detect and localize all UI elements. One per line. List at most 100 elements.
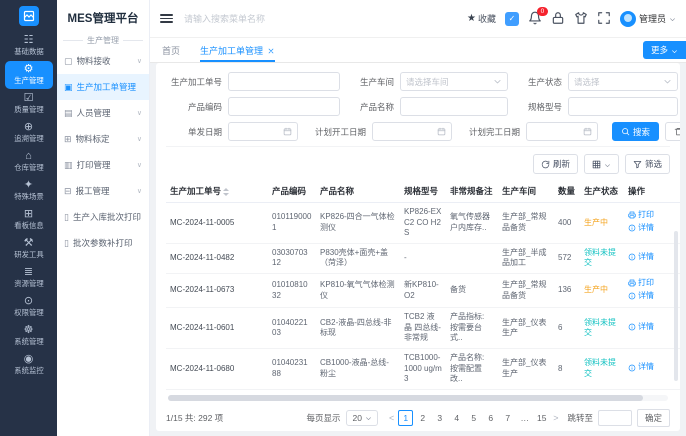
menu-search-input[interactable] <box>182 13 304 25</box>
clear-button[interactable]: 清空 <box>665 122 680 141</box>
cell-order: MC-2024-11-0673 <box>166 273 268 308</box>
tab-label: 生产加工单管理 <box>200 44 263 57</box>
detail-action-link[interactable]: 详情 <box>628 291 654 302</box>
page-number-5[interactable]: 5 <box>466 410 481 426</box>
chevron-down-icon <box>493 77 502 86</box>
sidebar-item-personnel[interactable]: ▤人员管理∨ <box>57 100 149 126</box>
cell-name: KP810-氧气气体检测仪 <box>316 273 400 308</box>
sidebar-item-material-calibration[interactable]: ⊞物料标定∨ <box>57 126 149 152</box>
jump-confirm-button[interactable]: 确定 <box>637 409 670 427</box>
rail-item-special[interactable]: ✦特殊场景 <box>5 177 53 205</box>
sidebar-item-material-receive[interactable]: ▢物料接收∨ <box>57 48 149 74</box>
next-page-button[interactable]: > <box>553 413 558 423</box>
column-header-order[interactable]: 生产加工单号 <box>166 180 268 203</box>
cell-status: 领料未提交 <box>580 349 624 390</box>
print-action-link[interactable]: 打印 <box>628 278 654 289</box>
detail-action-link[interactable]: 详情 <box>628 252 654 263</box>
tab-home[interactable]: 首页 <box>162 40 180 62</box>
trash-icon <box>674 127 680 136</box>
favorite-button[interactable]: ★ 收藏 <box>467 12 496 25</box>
fullscreen-icon[interactable] <box>597 12 611 26</box>
column-header-name: 产品名称 <box>316 180 400 203</box>
material-calibration-icon: ⊞ <box>64 134 72 145</box>
search-button[interactable]: 搜索 <box>612 122 659 141</box>
page-number-1[interactable]: 1 <box>398 410 413 426</box>
inbound-batch-print-icon: ▯ <box>64 212 69 223</box>
cell-workshop: 生产部_半成品加工 <box>498 243 554 273</box>
page-number-4[interactable]: 4 <box>449 410 464 426</box>
rail-item-trace[interactable]: ⊕追溯管理 <box>5 119 53 147</box>
notification-bell-icon[interactable]: 0 <box>528 12 542 26</box>
issue-date-date[interactable] <box>228 122 298 141</box>
theme-skin-icon[interactable] <box>574 12 588 26</box>
cell-spec: - <box>400 243 446 273</box>
printer-icon <box>628 279 636 287</box>
sidebar-item-inbound-batch-print[interactable]: ▯生产入库批次打印 <box>57 204 149 230</box>
column-settings-button[interactable] <box>584 154 619 174</box>
field-production-status: 生产状态请选择 <box>518 72 678 91</box>
page-content: 生产加工单号生产车间请选择车间生产状态请选择产品编码产品名称规格型号单发日期计划… <box>156 63 680 431</box>
cell-status: 领料未提交 <box>580 308 624 349</box>
rail-item-basic-data[interactable]: ☷基础数据 <box>5 32 53 60</box>
personnel-icon: ▤ <box>64 108 73 119</box>
plan-finish-date-date[interactable] <box>526 122 598 141</box>
rail-item-system[interactable]: ☸系统管理 <box>5 322 53 350</box>
detail-action-link[interactable]: 详情 <box>628 362 654 373</box>
refresh-button[interactable]: 刷新 <box>533 154 578 174</box>
page-number-6[interactable]: 6 <box>483 410 498 426</box>
collapse-menu-icon[interactable] <box>160 14 173 23</box>
page-size-select[interactable]: 20 <box>346 410 377 426</box>
rail-item-dashboard[interactable]: ⊞看板信息 <box>5 206 53 234</box>
sort-icon[interactable] <box>223 188 229 196</box>
page-number-15[interactable]: 15 <box>534 410 549 426</box>
cell-code: 0104022103 <box>268 308 316 349</box>
horizontal-scrollbar[interactable] <box>168 395 668 401</box>
lock-screen-icon[interactable] <box>551 12 565 26</box>
workshop-select[interactable]: 请选择车间 <box>400 72 508 91</box>
app-logo-icon[interactable] <box>19 6 39 26</box>
sidebar-item-print-manage[interactable]: ▥打印管理∨ <box>57 152 149 178</box>
theme-color-icon[interactable]: ✓ <box>505 12 519 26</box>
sidebar-item-work-report[interactable]: ⊟报工管理∨ <box>57 178 149 204</box>
user-name: 管理员 <box>639 12 666 25</box>
rail-item-warehouse[interactable]: ⌂仓库管理 <box>5 148 53 176</box>
rail-item-label: 研发工具 <box>14 250 43 259</box>
product-code-input[interactable] <box>228 97 340 116</box>
rail-item-quality[interactable]: ☑质量管理 <box>5 90 53 118</box>
funnel-icon <box>633 160 642 169</box>
jump-page-input[interactable] <box>598 410 632 426</box>
plan-start-date-date[interactable] <box>372 122 452 141</box>
more-button[interactable]: 更多 <box>643 41 686 59</box>
detail-action-link[interactable]: 详情 <box>628 223 654 234</box>
sidebar-item-label: 人员管理 <box>77 107 111 119</box>
prev-page-button[interactable]: < <box>389 413 394 423</box>
user-menu[interactable]: 管理员 <box>620 11 676 27</box>
work-order-no-input[interactable] <box>228 72 340 91</box>
page-number-7[interactable]: 7 <box>500 410 515 426</box>
sidebar-item-production-work-order[interactable]: ▣生产加工单管理 <box>57 74 149 100</box>
field-issue-date: 单发日期 <box>166 122 298 141</box>
cell-qty: 6 <box>554 308 580 349</box>
chevron-down-icon <box>671 47 678 54</box>
info-icon <box>628 292 636 300</box>
page-number-3[interactable]: 3 <box>432 410 447 426</box>
rail-item-rnd-tools[interactable]: ⚒研发工具 <box>5 235 53 263</box>
production-status-select[interactable]: 请选择 <box>568 72 678 91</box>
page-number-2[interactable]: 2 <box>415 410 430 426</box>
vertical-scrollbar[interactable] <box>674 231 678 381</box>
action-label: 详情 <box>638 223 654 234</box>
print-action-link[interactable]: 打印 <box>628 210 654 221</box>
filter-button[interactable]: 筛选 <box>625 154 670 174</box>
sidebar-item-batch-param-reprint[interactable]: ▯批次参数补打印 <box>57 230 149 256</box>
tab-close-icon[interactable] <box>267 47 275 55</box>
spec-model-input[interactable] <box>568 97 678 116</box>
production-status-label: 生产状态 <box>518 76 568 88</box>
cell-spec: TCB1000-1000 ug/m3 <box>400 349 446 390</box>
rail-item-monitor[interactable]: ◉系统监控 <box>5 351 53 379</box>
product-name-input[interactable] <box>400 97 508 116</box>
rail-item-permission[interactable]: ⊙权限管理 <box>5 293 53 321</box>
tab-production-work-order[interactable]: 生产加工单管理 <box>200 40 275 62</box>
rail-item-production[interactable]: ⚙生产管理 <box>5 61 53 89</box>
rail-item-resource[interactable]: ≣资源管理 <box>5 264 53 292</box>
detail-action-link[interactable]: 详情 <box>628 322 654 333</box>
